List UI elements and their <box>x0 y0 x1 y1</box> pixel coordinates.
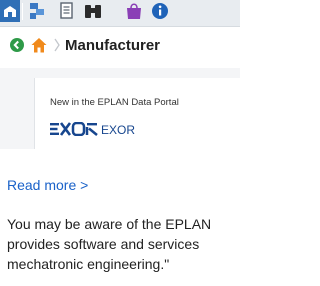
exor-logo <box>50 122 98 136</box>
home-icon <box>4 6 16 17</box>
article-text: You may be aware of the EPLAN provides s… <box>7 214 240 274</box>
toolbar-properties-button[interactable] <box>26 0 48 22</box>
toolbar-home-button[interactable] <box>0 0 20 22</box>
back-arrow-icon <box>13 40 19 50</box>
home-icon <box>31 38 47 53</box>
card-heading: New in the EPLAN Data Portal <box>50 97 179 108</box>
back-button[interactable] <box>10 38 24 52</box>
news-card[interactable]: New in the EPLAN Data Portal EXOR <box>34 78 240 149</box>
properties-icon <box>30 3 44 19</box>
breadcrumb: Manufacturer <box>0 30 240 62</box>
toolbar-document-button[interactable] <box>55 0 77 22</box>
toolbar-search-button[interactable] <box>82 0 104 22</box>
content-area: New in the EPLAN Data Portal EXOR <box>0 68 240 149</box>
read-more-link[interactable]: Read more > <box>7 176 88 194</box>
embedded-screenshot: Manufacturer New in the EPLAN Data Porta… <box>0 0 240 149</box>
chevron-right-icon <box>53 37 61 53</box>
brand-name: EXOR <box>101 123 136 137</box>
document-icon <box>60 2 73 19</box>
article-line: mechatronic engineering." <box>7 256 170 272</box>
toolbar-cart-button[interactable] <box>123 0 145 22</box>
shopping-bag-icon <box>127 3 141 19</box>
info-icon <box>152 3 168 19</box>
toolbar-separator <box>22 3 23 20</box>
page-title: Manufacturer <box>65 37 161 54</box>
portal-toolbar <box>0 0 240 27</box>
breadcrumb-home-link[interactable] <box>30 36 48 54</box>
toolbar-info-button[interactable] <box>149 0 171 22</box>
article-line: provides software and services <box>7 236 200 252</box>
article-line: You may be aware of the EPLAN <box>7 216 212 232</box>
binoculars-icon <box>85 5 101 18</box>
